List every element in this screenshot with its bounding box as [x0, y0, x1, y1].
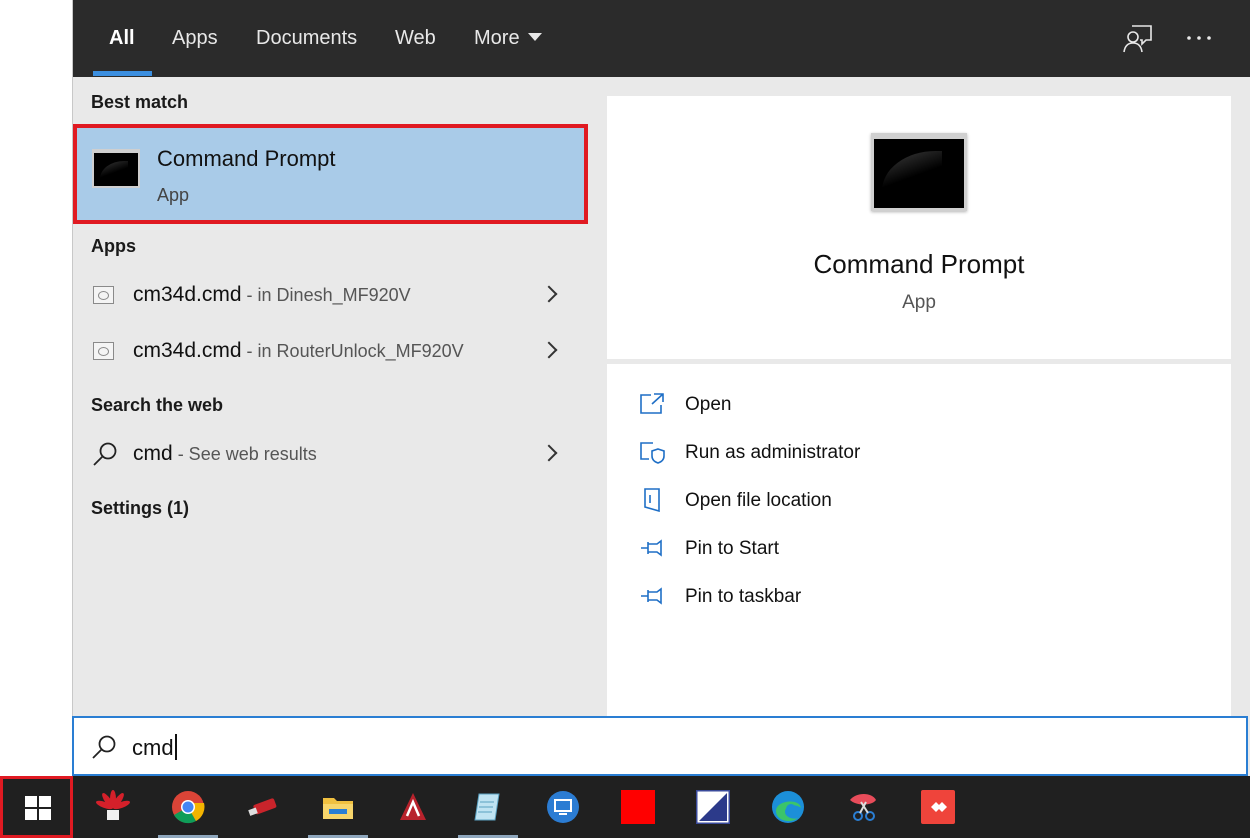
- taskbar-app-chrome[interactable]: [158, 776, 218, 838]
- best-match-result[interactable]: Command Prompt App: [73, 124, 588, 224]
- taskbar-app-anydesk[interactable]: [908, 776, 968, 838]
- details-header: Command Prompt App: [607, 96, 1231, 359]
- tab-all[interactable]: All: [109, 0, 135, 77]
- more-options-icon[interactable]: [1183, 22, 1215, 54]
- usb-drive-icon: [248, 798, 277, 816]
- open-icon: [640, 393, 664, 414]
- results-list: Best match Command Prompt App Apps cm34d…: [73, 77, 588, 717]
- apps-heading: Apps: [91, 236, 136, 256]
- action-run-as-admin-label: Run as administrator: [685, 442, 861, 463]
- settings-heading[interactable]: Settings (1): [91, 498, 189, 519]
- taskbar-app-autocad[interactable]: [383, 776, 443, 838]
- chevron-right-icon[interactable]: [540, 444, 558, 462]
- red-square-app-icon: [621, 790, 655, 824]
- text-cursor: [174, 734, 177, 760]
- search-value: cmd: [132, 735, 174, 760]
- chevron-right-icon[interactable]: [540, 285, 558, 303]
- remote-desktop-icon: [547, 791, 579, 823]
- tab-more-label: More: [474, 27, 520, 49]
- details-title: Command Prompt: [813, 249, 1025, 279]
- filter-bar: All Apps Documents Web More: [73, 0, 1250, 77]
- web-result-query: cmd: [133, 442, 173, 465]
- details-subtitle: App: [902, 292, 936, 313]
- chrome-icon: [172, 791, 205, 824]
- action-open[interactable]: Open: [639, 386, 1039, 426]
- action-open-file-location-label: Open file location: [685, 490, 832, 511]
- action-open-label: Open: [685, 394, 732, 415]
- pin-icon: [641, 587, 662, 605]
- action-pin-to-taskbar[interactable]: Pin to taskbar: [639, 578, 1039, 618]
- app-result-row[interactable]: cm34d.cmd - in Dinesh_MF920V: [73, 273, 588, 323]
- pin-icon: [641, 539, 662, 557]
- web-result-text: cmd - See web results: [133, 442, 317, 466]
- details-actions: Open Run as administrator Open file loca…: [607, 364, 1231, 716]
- action-pin-to-start-label: Pin to Start: [685, 538, 779, 559]
- action-open-file-location[interactable]: Open file location: [639, 482, 1039, 522]
- caret-down-icon: [527, 32, 542, 41]
- chevron-right-icon[interactable]: [540, 341, 558, 359]
- taskbar-app-edge[interactable]: [758, 776, 818, 838]
- search-input-text[interactable]: cmd: [132, 734, 177, 761]
- command-prompt-large-icon: [871, 133, 967, 211]
- tab-apps[interactable]: Apps: [172, 0, 218, 77]
- app-result-location: - in RouterUnlock_MF920V: [241, 341, 464, 361]
- shield-admin-icon: [640, 442, 665, 464]
- feedback-icon[interactable]: [1122, 22, 1154, 54]
- action-pin-to-start[interactable]: Pin to Start: [639, 530, 1039, 570]
- best-match-heading: Best match: [91, 92, 189, 112]
- command-prompt-icon: [92, 149, 140, 188]
- autocad-icon: [400, 793, 426, 820]
- app-result-location: - in Dinesh_MF920V: [241, 285, 411, 305]
- search-panel: All Apps Documents Web More Best match C…: [72, 0, 1250, 776]
- app-result-name: cm34d.cmd: [133, 283, 242, 306]
- taskbar-app-usb[interactable]: [233, 776, 293, 838]
- best-match-subtitle: App: [157, 185, 190, 205]
- taskbar-app-notepad[interactable]: [458, 776, 518, 838]
- notepad-icon: [474, 793, 500, 821]
- file-location-icon: [644, 488, 660, 512]
- cmd-file-icon: [93, 342, 114, 360]
- file-explorer-icon: [323, 798, 353, 819]
- taskbar: [0, 776, 1250, 838]
- tab-web[interactable]: Web: [395, 0, 436, 77]
- huawei-icon: [96, 790, 130, 820]
- taskbar-app-red-square[interactable]: [608, 776, 668, 838]
- cmd-file-icon: [93, 286, 114, 304]
- windows-logo-icon: [25, 796, 51, 820]
- edge-icon: [772, 791, 804, 823]
- search-web-heading: Search the web: [91, 395, 224, 415]
- app-result-row[interactable]: cm34d.cmd - in RouterUnlock_MF920V: [73, 329, 588, 379]
- search-input[interactable]: cmd: [72, 716, 1248, 776]
- tab-documents[interactable]: Documents: [256, 0, 357, 77]
- taskbar-app-explorer[interactable]: [308, 776, 368, 838]
- diagonal-app-icon: [696, 790, 730, 824]
- active-tab-indicator: [93, 71, 152, 76]
- anydesk-icon: [921, 790, 955, 824]
- app-result-text: cm34d.cmd - in RouterUnlock_MF920V: [133, 339, 464, 363]
- web-result-hint: - See web results: [172, 444, 317, 464]
- app-result-text: cm34d.cmd - in Dinesh_MF920V: [133, 283, 411, 307]
- action-pin-to-taskbar-label: Pin to taskbar: [685, 586, 802, 607]
- snipping-tool-icon: [850, 794, 876, 821]
- web-result-row[interactable]: cmd - See web results: [73, 432, 588, 482]
- search-icon: [92, 735, 116, 759]
- tab-more[interactable]: More: [474, 0, 542, 77]
- start-button[interactable]: [0, 776, 73, 838]
- app-result-name: cm34d.cmd: [133, 339, 242, 362]
- taskbar-app-snipping[interactable]: [833, 776, 893, 838]
- action-run-as-admin[interactable]: Run as administrator: [639, 434, 1039, 474]
- best-match-title: Command Prompt: [157, 146, 336, 171]
- taskbar-app-remote-desktop[interactable]: [533, 776, 593, 838]
- search-icon: [93, 442, 117, 466]
- taskbar-app-diagonal[interactable]: [683, 776, 743, 838]
- taskbar-app-huawei[interactable]: [83, 776, 143, 838]
